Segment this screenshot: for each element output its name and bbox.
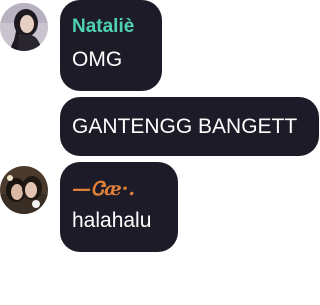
author-name[interactable]: Nataliè <box>72 16 134 38</box>
avatar-natalie[interactable] <box>0 3 48 51</box>
message-text: OMG <box>72 48 123 71</box>
message-text: GANTENGG BANGETT <box>72 115 298 138</box>
avatar-nae-image <box>0 166 48 214</box>
message-bubble: —Ꮳæ·. halahalu <box>60 162 178 252</box>
avatar-nae[interactable] <box>0 166 48 214</box>
author-name[interactable]: —Ꮳæ·. <box>72 178 135 200</box>
message-text: halahalu <box>72 209 152 232</box>
avatar-natalie-image <box>0 3 48 51</box>
message-bubble: GANTENGG BANGETT <box>60 97 319 156</box>
message-bubble: Nataliè OMG <box>60 0 162 91</box>
